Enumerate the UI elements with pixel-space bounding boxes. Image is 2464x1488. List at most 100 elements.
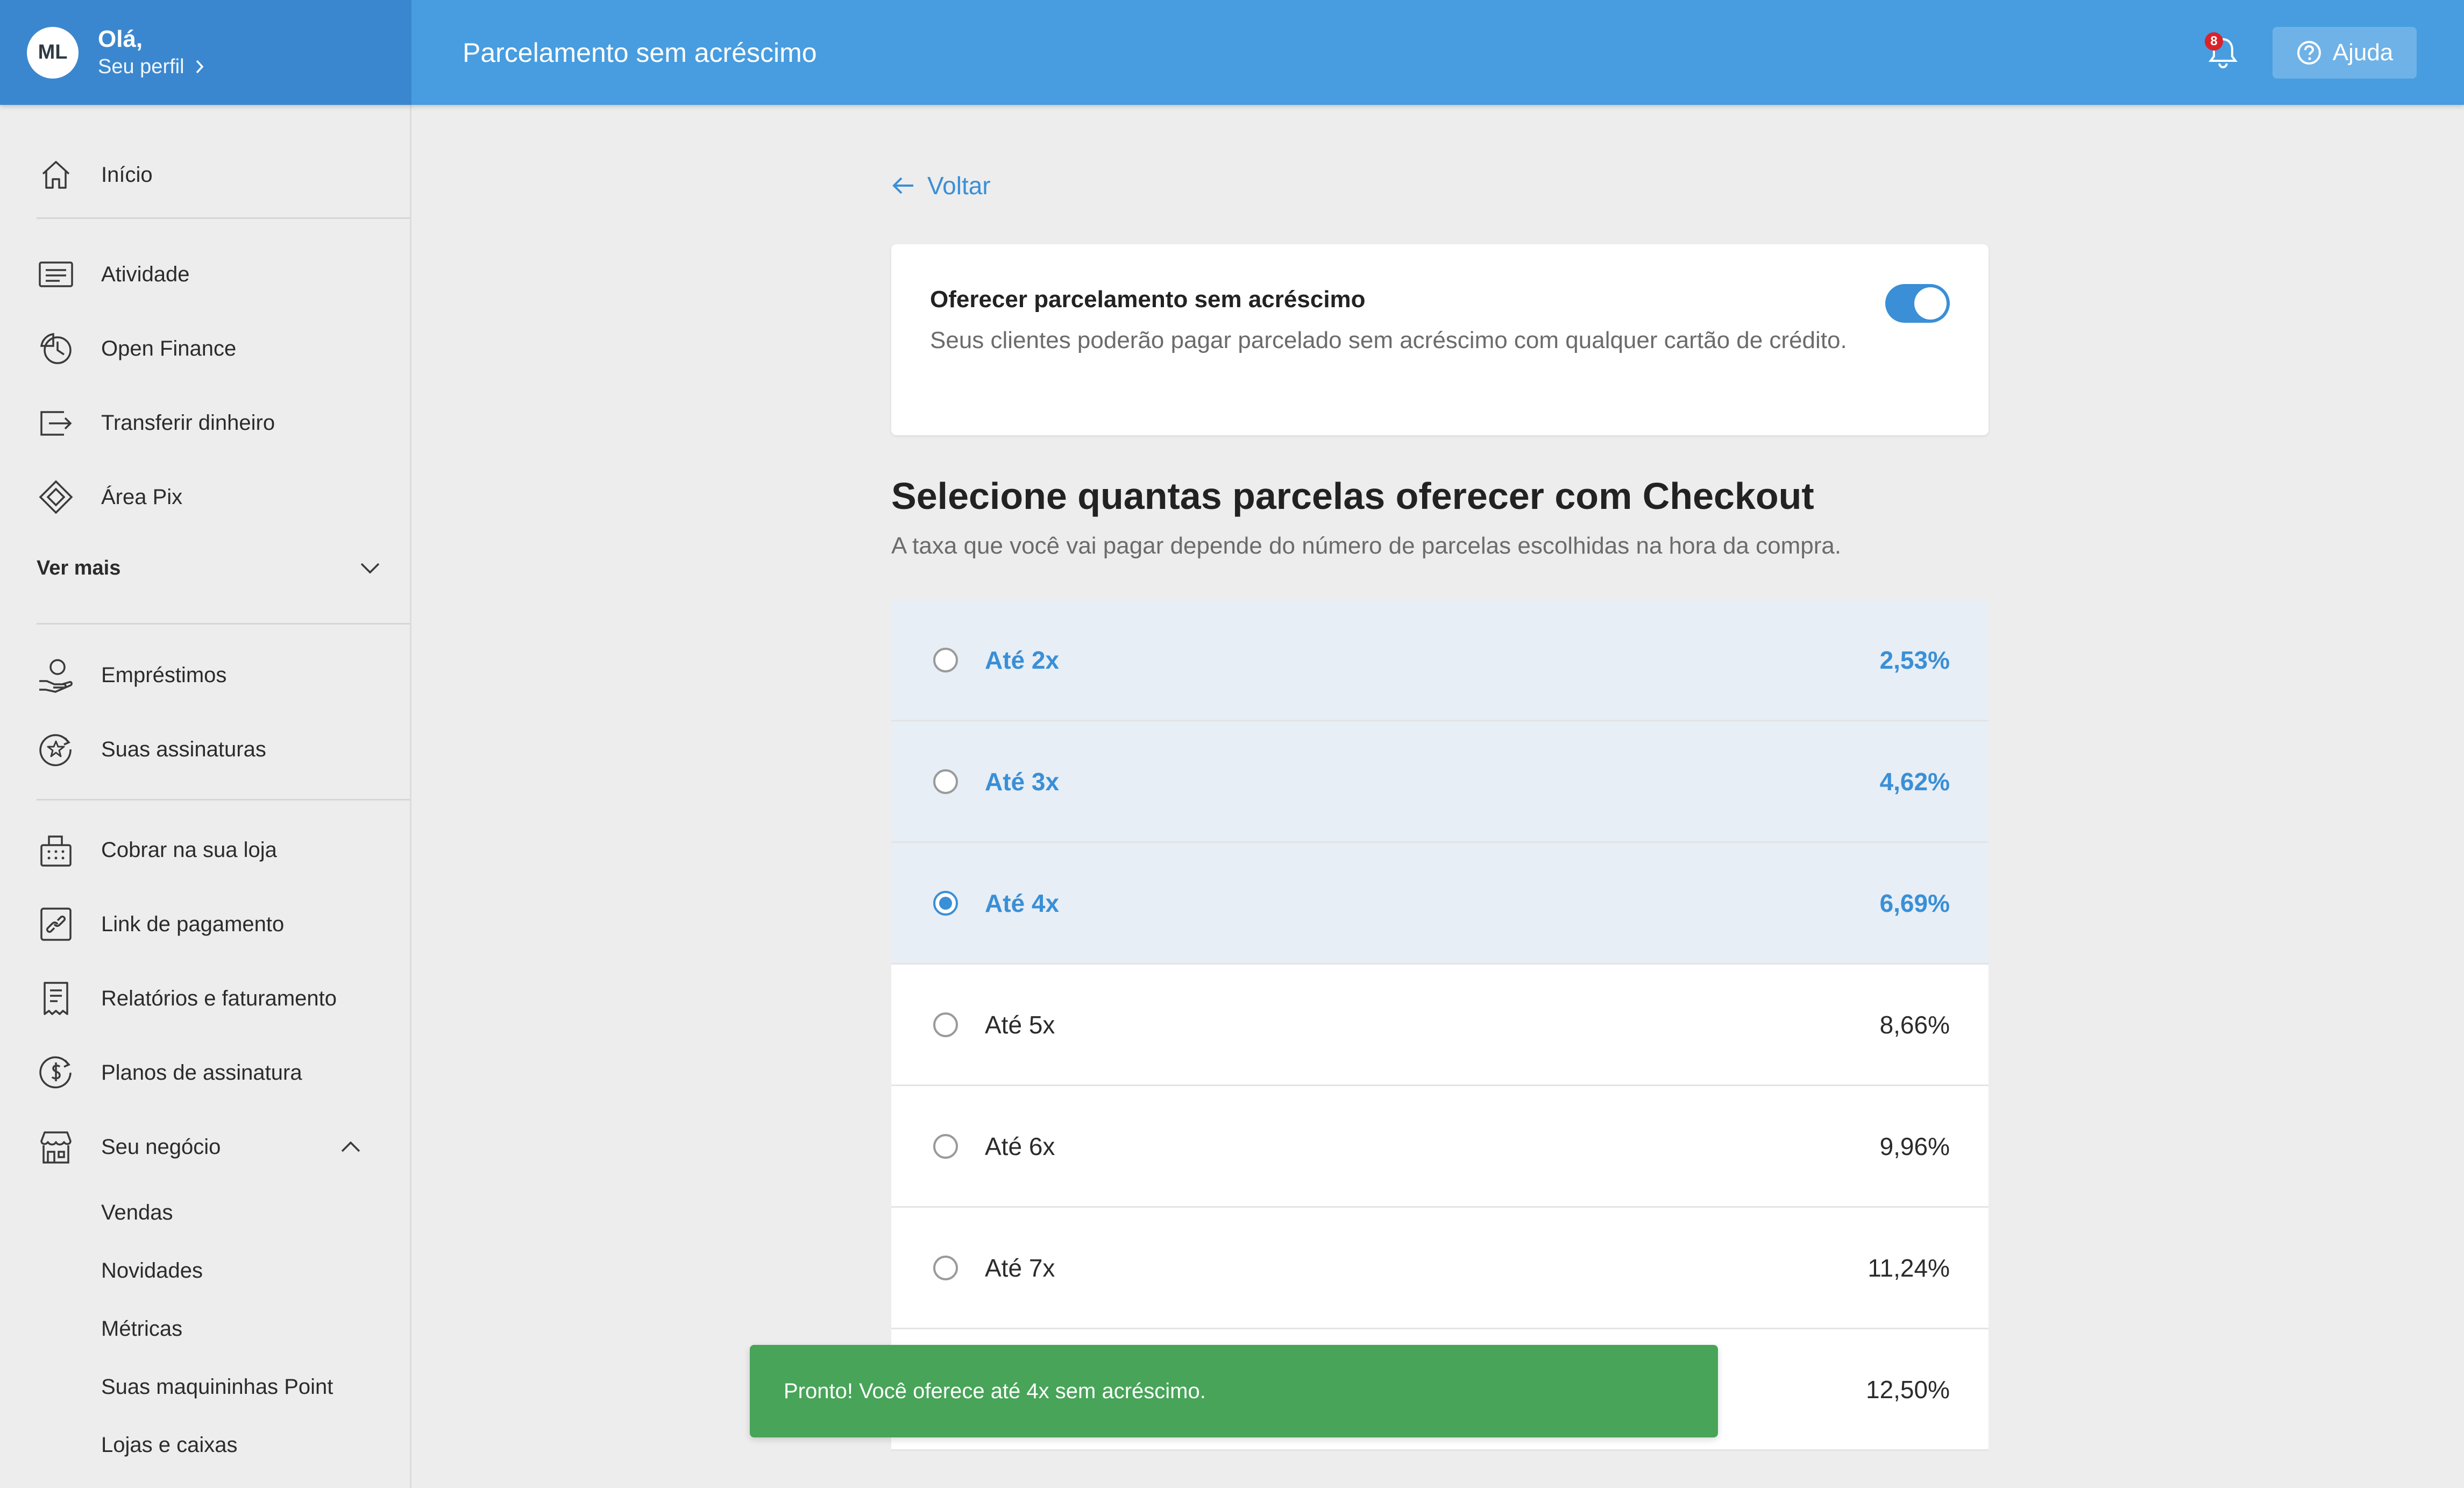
installment-option[interactable]: Até 3x 4,62% xyxy=(891,721,1989,843)
toggle-card: Oferecer parcelamento sem acréscimo Seus… xyxy=(891,244,1989,435)
sidebar-item-label: Cobrar na sua loja xyxy=(101,838,277,862)
radio-button[interactable] xyxy=(933,1133,958,1159)
installment-option-rate: 4,62% xyxy=(1879,767,1950,796)
back-link[interactable]: Voltar xyxy=(891,171,991,200)
open-finance-icon xyxy=(37,329,75,368)
sidebar-item-emprestimos[interactable]: Empréstimos xyxy=(0,648,410,702)
transfer-icon xyxy=(37,403,75,442)
sidebar-subitem-maquininhas[interactable]: Suas maquininhas Point xyxy=(101,1375,333,1399)
installment-option-rate: 11,24% xyxy=(1867,1253,1950,1282)
radio-button[interactable] xyxy=(933,769,958,794)
installment-option-label: Até 6x xyxy=(985,1132,1055,1160)
installment-option-label: Até 4x xyxy=(985,889,1060,917)
help-label: Ajuda xyxy=(2332,39,2394,66)
sidebar-item-label: Suas assinaturas xyxy=(101,737,266,761)
sidebar-divider xyxy=(37,799,410,800)
sidebar-subitem-metricas[interactable]: Métricas xyxy=(101,1317,182,1341)
profile-button[interactable]: ML Olá, Seu perfil xyxy=(0,0,411,105)
installment-option[interactable]: Até 2x 2,53% xyxy=(891,600,1989,721)
installment-option-rate: 12,50% xyxy=(1865,1375,1950,1404)
sidebar-item-label: Área Pix xyxy=(101,485,183,509)
plans-icon xyxy=(37,1053,75,1092)
sidebar-item-label: Atividade xyxy=(101,262,190,286)
installment-option[interactable]: Até 5x 8,66% xyxy=(891,965,1989,1086)
section-subtitle: A taxa que você vai pagar depende do núm… xyxy=(891,533,1842,559)
home-icon xyxy=(37,155,75,194)
chevron-down-icon xyxy=(360,563,380,574)
installments-toggle[interactable] xyxy=(1885,284,1950,323)
page-title: Parcelamento sem acréscimo xyxy=(463,37,817,68)
header: ML Olá, Seu perfil Parcelamento sem acré… xyxy=(0,0,2464,105)
store-icon xyxy=(37,1128,75,1166)
profile-link[interactable]: Seu perfil xyxy=(98,53,205,80)
sidebar-item-assinaturas[interactable]: Suas assinaturas xyxy=(0,722,410,776)
installment-option[interactable]: Até 4x 6,69% xyxy=(891,843,1989,965)
report-icon xyxy=(37,979,75,1018)
success-toast: Pronto! Você oferece até 4x sem acréscim… xyxy=(750,1345,1718,1437)
installment-option-label: Até 5x xyxy=(985,1010,1055,1039)
installment-option-rate: 2,53% xyxy=(1879,646,1950,674)
sidebar-item-transferir[interactable]: Transferir dinheiro xyxy=(0,396,410,450)
installment-option[interactable]: Até 7x 11,24% xyxy=(891,1208,1989,1329)
sidebar-divider xyxy=(37,623,410,625)
app-root: ML Olá, Seu perfil Parcelamento sem acré… xyxy=(0,0,2464,1488)
back-label: Voltar xyxy=(927,172,991,200)
installment-option-rate: 9,96% xyxy=(1879,1132,1950,1160)
radio-button[interactable] xyxy=(933,890,958,916)
help-button[interactable]: Ajuda xyxy=(2273,26,2417,79)
radio-selected-dot xyxy=(939,896,952,910)
installment-option[interactable]: Até 6x 9,96% xyxy=(891,1086,1989,1208)
toggle-description: Seus clientes poderão pagar parcelado se… xyxy=(930,327,1847,353)
radio-button[interactable] xyxy=(933,1012,958,1037)
sidebar-item-cobrar-loja[interactable]: Cobrar na sua loja xyxy=(0,823,410,877)
sidebar-item-label: Empréstimos xyxy=(101,663,227,687)
loan-icon xyxy=(37,656,75,695)
sidebar-item-link-pagamento[interactable]: Link de pagamento xyxy=(0,897,410,951)
subscriptions-icon xyxy=(37,730,75,769)
arrow-left-icon xyxy=(892,177,913,194)
sidebar-item-atividade[interactable]: Atividade xyxy=(0,247,410,301)
installment-options-list: Até 2x 2,53% Até 3x 4,62% Até 4x 6,69% Até 5x 8… xyxy=(891,600,1989,1451)
profile-link-label: Seu perfil xyxy=(98,55,184,78)
sidebar-item-seu-negocio[interactable]: Seu negócio xyxy=(0,1120,410,1174)
sidebar-item-inicio[interactable]: Início xyxy=(0,148,410,202)
sidebar-item-open-finance[interactable]: Open Finance xyxy=(0,322,410,375)
sidebar-item-planos[interactable]: Planos de assinatura xyxy=(0,1046,410,1100)
chevron-up-icon xyxy=(341,1141,360,1152)
section-title: Selecione quantas parcelas oferecer com … xyxy=(891,475,1814,517)
toggle-title: Oferecer parcelamento sem acréscimo xyxy=(930,286,1366,313)
notification-badge: 8 xyxy=(2205,32,2223,51)
top-bar: Parcelamento sem acréscimo 8 Ajuda xyxy=(411,0,2464,105)
profile-text: Olá, Seu perfil xyxy=(98,25,205,80)
installment-option-rate: 8,66% xyxy=(1879,1010,1950,1039)
see-more-toggle[interactable]: Ver mais xyxy=(37,549,381,587)
radio-button[interactable] xyxy=(933,647,958,672)
sidebar-item-label: Link de pagamento xyxy=(101,912,285,936)
avatar: ML xyxy=(27,26,79,79)
greeting-text: Olá, xyxy=(98,25,143,52)
notifications-button[interactable]: 8 xyxy=(2202,31,2245,74)
sidebar-subitem-novidades[interactable]: Novidades xyxy=(101,1259,203,1283)
activity-icon xyxy=(37,255,75,294)
see-more-label: Ver mais xyxy=(37,556,121,579)
installment-option-label: Até 3x xyxy=(985,767,1060,796)
sidebar-item-area-pix[interactable]: Área Pix xyxy=(0,470,410,524)
link-icon xyxy=(37,905,75,944)
radio-button[interactable] xyxy=(933,1255,958,1280)
sidebar-subitem-vendas[interactable]: Vendas xyxy=(101,1201,173,1225)
sidebar-item-label: Transferir dinheiro xyxy=(101,410,275,435)
sidebar: Início Atividade Open Finance Transferir… xyxy=(0,105,411,1488)
toggle-knob xyxy=(1914,287,1947,320)
register-icon xyxy=(37,831,75,869)
sidebar-item-relatorios[interactable]: Relatórios e faturamento xyxy=(0,972,410,1025)
installment-option-rate: 6,69% xyxy=(1879,889,1950,917)
installment-option-label: Até 2x xyxy=(985,646,1060,674)
sidebar-subitem-lojas-caixas[interactable]: Lojas e caixas xyxy=(101,1433,237,1457)
toast-message: Pronto! Você oferece até 4x sem acréscim… xyxy=(784,1379,1206,1403)
sidebar-item-label: Relatórios e faturamento xyxy=(101,986,337,1010)
help-icon xyxy=(2297,40,2321,65)
sidebar-item-label: Início xyxy=(101,162,153,187)
pix-icon xyxy=(37,478,75,516)
installment-option-label: Até 7x xyxy=(985,1253,1055,1282)
sidebar-item-label: Open Finance xyxy=(101,336,237,360)
